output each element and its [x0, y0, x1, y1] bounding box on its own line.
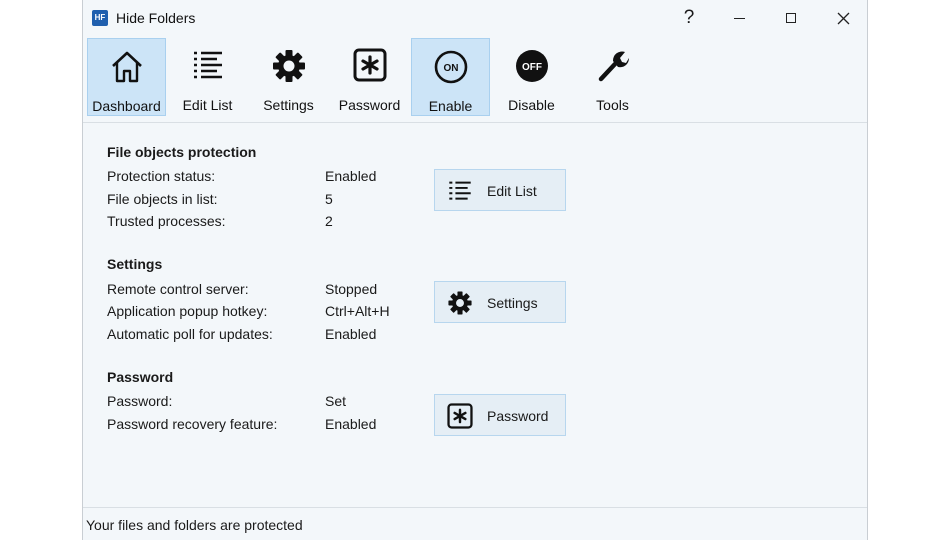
tool-enable[interactable]: ON Enable	[411, 38, 490, 116]
button-label: Edit List	[487, 183, 537, 199]
minimize-icon	[733, 17, 745, 19]
gear-icon	[272, 50, 305, 82]
row-label: Application popup hotkey:	[107, 303, 268, 319]
row-value: Set	[325, 393, 347, 409]
tool-label: Dashboard	[92, 98, 161, 114]
minimize-button[interactable]	[713, 0, 765, 36]
status-bar: Your files and folders are protected	[83, 508, 867, 540]
section-title-protection: File objects protection	[107, 144, 257, 160]
settings-button[interactable]: Settings	[434, 281, 566, 323]
section-title-settings: Settings	[107, 256, 163, 272]
close-button[interactable]	[817, 0, 869, 36]
row-label: File objects in list:	[107, 191, 218, 207]
tool-label: Edit List	[182, 97, 233, 113]
row-value: Stopped	[325, 281, 378, 297]
row-value: 2	[325, 213, 333, 229]
row-label: Protection status:	[107, 168, 216, 184]
on-icon: ON	[434, 50, 467, 84]
title-bar: HF Hide Folders ?	[83, 0, 867, 36]
row-label: Remote control server:	[107, 281, 249, 297]
password-button[interactable]: Password	[434, 394, 566, 436]
status-text: Your files and folders are protected	[86, 517, 303, 533]
button-label: Settings	[487, 295, 538, 311]
tool-settings[interactable]: Settings	[249, 38, 328, 116]
app-logo-icon: HF	[92, 10, 108, 26]
tool-dashboard[interactable]: Dashboard	[87, 38, 166, 116]
list-icon	[193, 51, 222, 79]
main-toolbar: Dashboard Edit List Settings Password ON…	[83, 36, 867, 122]
tool-disable[interactable]: OFF Disable	[492, 38, 571, 116]
off-icon-text: OFF	[522, 62, 542, 73]
tool-password[interactable]: Password	[330, 38, 409, 116]
close-icon	[837, 12, 849, 24]
row-label: Automatic poll for updates:	[107, 326, 273, 342]
on-icon-text: ON	[443, 63, 458, 74]
dashboard-panel: File objects protection Protection statu…	[83, 122, 867, 508]
list-icon	[449, 181, 471, 200]
app-window: HF Hide Folders ? Dashboard Edit List Se…	[82, 0, 868, 540]
edit-list-button[interactable]: Edit List	[434, 169, 566, 211]
maximize-icon	[786, 13, 796, 23]
home-icon	[111, 51, 142, 83]
tool-label: Password	[338, 97, 401, 113]
row-label: Password:	[107, 393, 173, 409]
row-value: 5	[325, 191, 333, 207]
row-value: Enabled	[325, 326, 377, 342]
tool-edit-list[interactable]: Edit List	[168, 38, 247, 116]
wrench-icon	[598, 51, 629, 82]
row-label: Password recovery feature:	[107, 416, 278, 432]
tool-tools[interactable]: Tools	[573, 38, 652, 116]
tool-label: Tools	[596, 97, 629, 113]
off-icon: OFF	[515, 50, 548, 82]
asterisk-box-icon	[353, 48, 386, 82]
tool-label: Disable	[508, 97, 555, 113]
window-title: Hide Folders	[116, 10, 196, 26]
tool-label: Enable	[428, 98, 473, 114]
row-value: Enabled	[325, 168, 377, 184]
gear-icon	[448, 291, 472, 315]
row-label: Trusted processes:	[107, 213, 226, 229]
maximize-button[interactable]	[765, 0, 817, 36]
row-value: Ctrl+Alt+H	[325, 303, 390, 319]
section-title-password: Password	[107, 369, 174, 385]
button-label: Password	[487, 408, 549, 424]
row-value: Enabled	[325, 416, 377, 432]
tool-label: Settings	[263, 97, 314, 113]
asterisk-box-icon	[447, 403, 473, 429]
help-button[interactable]: ?	[663, 0, 715, 36]
